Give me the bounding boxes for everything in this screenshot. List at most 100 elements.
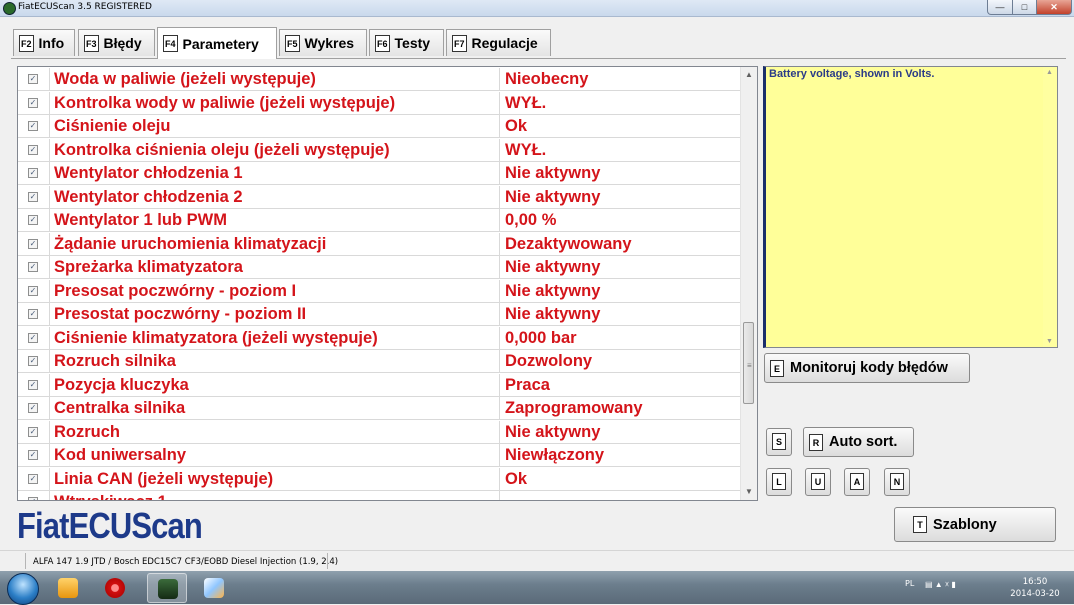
table-row[interactable]: ✓ Pozycja kluczyka Praca [18,373,741,397]
key-f2: F2 [19,34,34,52]
description-scrollbar[interactable]: ▲ ▼ [1043,67,1057,347]
parameter-name: Rozruch [54,422,120,441]
opera-icon [105,578,125,598]
row-checkbox[interactable]: ✓ [28,74,38,84]
table-row[interactable]: ✓ Rozruch Nie aktywny [18,420,741,444]
tab-label: Błędy [103,35,142,51]
windows-taskbar: PL ▤ ▲ ☓ ▮ 16:50 2014-03-20 [0,571,1074,605]
table-row[interactable]: ✓ Ciśnienie klimatyzatora (jeżeli występu… [18,326,741,350]
parameter-name: Rozruch silnika [54,352,176,370]
column-separator [499,91,500,115]
row-checkbox[interactable]: ✓ [28,285,38,296]
tab-tests[interactable]: F6 Testy [369,29,444,56]
table-row[interactable]: ✓ Wentylator chłodzenia 1 Nie aktywny [18,162,741,185]
table-row[interactable]: ✓ Kod uniwersalny Niewłączony [18,444,741,467]
row-checkbox[interactable]: ✓ [28,144,38,155]
column-separator [499,68,500,91]
language-indicator[interactable]: PL [905,579,914,588]
parameter-name: Kontrolka wody w paliwie (jeżeli występu… [54,93,396,112]
table-row[interactable]: ✓ Wentylator chłodzenia 2 Nie aktywny [18,185,741,209]
tab-errors[interactable]: F3 Błędy [78,29,155,56]
auto-sort-button[interactable]: R Auto sort. [803,427,914,457]
table-row[interactable]: ✓ Wtryskiwacz 1 [18,491,741,500]
row-checkbox[interactable]: ✓ [28,215,38,225]
parameter-value: Nie aktywny [505,281,601,300]
parameter-value: Dozwolony [505,352,593,370]
u-button[interactable]: U [805,468,831,496]
table-row[interactable]: ✓ Presostat poczwórny - poziom II Nie akty… [18,303,741,326]
parameter-name: Woda w paliwie (jeżeli występuje) [54,70,316,88]
n-button[interactable]: N [884,468,910,496]
tray-icons[interactable]: ▤ ▲ ☓ ▮ [925,580,956,589]
parameter-value: Ok [505,117,528,135]
table-row[interactable]: ✓ Ciśnienie oleju Ok [18,115,741,138]
row-checkbox[interactable]: ✓ [28,426,38,437]
table-row[interactable]: ✓ Spreżarka klimatyzatora Nie aktywny [18,256,741,279]
table-row[interactable]: ✓ Centralka silnika Zaprogramowany [18,397,741,420]
paint-icon [204,578,224,598]
status-separator [327,553,328,569]
monitor-error-codes-button[interactable]: E Monitoruj kody błędów [764,353,970,383]
title-bar: FiatECUScan 3.5 REGISTERED — □ ✕ [0,0,1074,17]
row-checkbox[interactable]: ✓ [28,191,38,202]
row-checkbox[interactable]: ✓ [28,168,38,178]
close-button[interactable]: ✕ [1036,0,1072,15]
key-t: T [913,516,927,533]
tab-parameters[interactable]: F4 Parametery [157,27,277,59]
scroll-down-arrow-icon[interactable]: ▼ [741,484,757,500]
key-l: L [772,473,786,490]
taskbar-fiatecuscan[interactable] [147,573,187,603]
row-checkbox[interactable]: ✓ [28,238,38,249]
row-checkbox[interactable]: ✓ [28,262,38,272]
parameter-value: Niewłączony [505,446,605,464]
row-checkbox[interactable]: ✓ [28,497,38,500]
row-checkbox[interactable]: ✓ [28,97,38,108]
table-row[interactable]: ✓ Linia CAN (jeżeli występuje) Ok [18,467,741,491]
taskbar-paint[interactable] [194,573,234,603]
scrollbar-thumb[interactable]: ≡ [743,322,754,404]
column-separator [49,491,50,500]
column-separator [499,350,500,373]
scroll-up-arrow-icon[interactable]: ▲ [741,67,757,83]
tab-info[interactable]: F2 Info [13,29,75,56]
parameters-table[interactable]: ✓ Woda w paliwie (jeżeli występuje) Nieobe… [17,66,758,501]
column-separator [49,303,50,326]
scroll-down-arrow-icon[interactable]: ▼ [1046,338,1053,345]
column-separator [49,138,50,162]
tab-adjustments[interactable]: F7 Regulacje [446,29,551,56]
s-button[interactable]: S [766,428,792,456]
row-checkbox[interactable]: ✓ [28,473,38,484]
column-separator [499,397,500,420]
maximize-button[interactable]: □ [1012,0,1037,15]
a-button[interactable]: A [844,468,870,496]
column-separator [49,209,50,232]
table-row[interactable]: ✓ Kontrolka wody w paliwie (jeżeli występ… [18,91,741,115]
taskbar-outlook[interactable] [48,573,88,603]
table-row[interactable]: ✓ Kontrolka ciśnienia oleju (jeżeli wystę… [18,138,741,162]
scroll-up-arrow-icon[interactable]: ▲ [1046,69,1053,76]
row-checkbox[interactable]: ✓ [28,379,38,390]
key-f7: F7 [452,34,467,52]
table-row[interactable]: ✓ Wentylator 1 lub PWM 0,00 % [18,209,741,232]
clock-time: 16:50 [1022,577,1048,587]
tab-chart[interactable]: F5 Wykres [279,29,367,56]
minimize-button[interactable]: — [987,0,1013,15]
system-clock[interactable]: 16:50 2014-03-20 [1010,576,1060,600]
table-row[interactable]: ✓ Rozruch silnika Dozwolony [18,350,741,373]
table-row[interactable]: ✓ Woda w paliwie (jeżeli występuje) Nieobe… [18,68,741,91]
row-checkbox[interactable]: ✓ [28,356,38,366]
table-row[interactable]: ✓ Presosat poczwórny - poziom I Nie aktywn… [18,279,741,303]
row-checkbox[interactable]: ✓ [28,332,38,343]
row-checkbox[interactable]: ✓ [28,450,38,460]
row-checkbox[interactable]: ✓ [28,309,38,319]
table-row[interactable]: ✓ Żądanie uruchomienia klimatyzacji Dezakt… [18,232,741,256]
row-checkbox[interactable]: ✓ [28,121,38,131]
l-button[interactable]: L [766,468,792,496]
start-button-icon[interactable] [7,573,39,605]
tab-label: Info [38,35,65,51]
column-separator [49,185,50,209]
row-checkbox[interactable]: ✓ [28,403,38,413]
table-scrollbar[interactable]: ▲ ≡ ▼ [740,67,757,500]
taskbar-opera[interactable] [95,573,135,603]
templates-button[interactable]: T Szablony [894,507,1056,542]
